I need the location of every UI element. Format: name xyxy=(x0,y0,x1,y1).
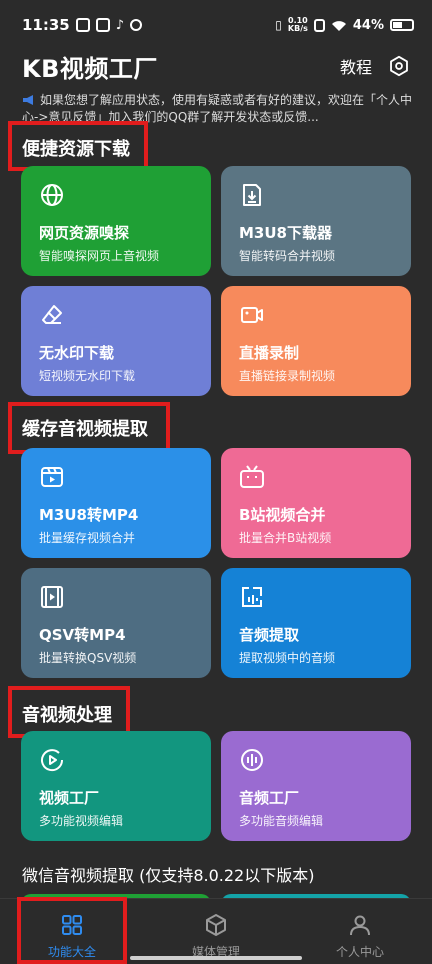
net-speed-unit: KB/s xyxy=(287,24,308,33)
tiktok-notification-icon: ♪ xyxy=(115,17,125,33)
video-camera-icon xyxy=(241,307,263,323)
video-clip-icon xyxy=(41,467,63,487)
card-web-sniff[interactable]: 网页资源嗅探 智能嗅探网页上音视频 xyxy=(21,166,211,276)
card-subtitle: 批量转换QSV视频 xyxy=(39,651,137,665)
play-circle-icon xyxy=(41,749,64,772)
download-file-icon xyxy=(243,184,261,206)
card-audio-factory[interactable]: 音频工厂 多功能音频编辑 xyxy=(221,731,411,841)
card-title: 直播录制 xyxy=(239,344,300,362)
gear-icon[interactable] xyxy=(388,55,410,77)
card-subtitle: 提取视频中的音频 xyxy=(239,651,336,665)
megaphone-icon xyxy=(23,95,33,105)
card-title: QSV转MP4 xyxy=(39,626,126,644)
globe-icon xyxy=(41,184,63,206)
battery-icon xyxy=(390,19,414,31)
card-title: M3U8下载器 xyxy=(239,224,332,242)
notice-marquee[interactable]: 如果您想了解应用状态，使用有疑惑或者有好的建议，欢迎在「个人中心->意见反馈」加… xyxy=(22,92,414,126)
card-title: B站视频合并 xyxy=(239,506,326,524)
card-title: 音频工厂 xyxy=(239,789,300,807)
tab-label: 功能大全 xyxy=(47,945,96,959)
card-subtitle: 智能嗅探网页上音视频 xyxy=(39,249,160,263)
card-subtitle: 智能转码合并视频 xyxy=(239,249,336,263)
battery-level: 44% xyxy=(352,17,384,33)
card-no-watermark[interactable]: 无水印下载 短视频无水印下载 xyxy=(21,286,211,396)
alarm-icon xyxy=(130,19,143,31)
section-title-av-processing: 音视频处理 xyxy=(22,705,112,726)
card-subtitle: 批量缓存视频合并 xyxy=(39,531,136,545)
grid-icon xyxy=(62,915,82,935)
image-notification-icon xyxy=(75,18,90,32)
tab-features[interactable]: 功能大全 xyxy=(0,899,144,964)
tab-profile[interactable]: 个人中心 xyxy=(288,899,432,964)
card-title: 无水印下载 xyxy=(39,344,115,362)
card-qsv-to-mp4[interactable]: QSV转MP4 批量转换QSV视频 xyxy=(21,568,211,678)
section-title-cache-extract: 缓存音视频提取 xyxy=(22,419,148,440)
tab-label: 个人中心 xyxy=(335,945,384,959)
tab-media[interactable]: 媒体管理 xyxy=(144,899,288,964)
vibrate-icon: ▯ xyxy=(275,18,282,32)
app-title: KB视频工厂 xyxy=(22,54,158,83)
section-title-wechat-extract: 微信音视频提取 (仅支持8.0.22以下版本) xyxy=(22,866,315,885)
bottom-tab-bar: 功能大全 媒体管理 个人中心 xyxy=(0,898,432,964)
sound-wave-icon xyxy=(241,749,263,771)
wifi-icon xyxy=(331,20,346,31)
card-subtitle: 直播链接录制视频 xyxy=(239,369,336,383)
card-subtitle: 多功能音频编辑 xyxy=(239,814,324,828)
card-live-record[interactable]: 直播录制 直播链接录制视频 xyxy=(221,286,411,396)
status-time: 11:35 xyxy=(22,16,70,34)
card-subtitle: 多功能视频编辑 xyxy=(39,814,124,828)
card-subtitle: 短视频无水印下载 xyxy=(39,369,136,383)
card-m3u8-downloader[interactable]: M3U8下载器 智能转码合并视频 xyxy=(221,166,411,276)
card-title: 音频提取 xyxy=(239,626,300,644)
app-notification-icon xyxy=(95,18,110,32)
sim-disabled-icon xyxy=(313,18,325,32)
home-indicator[interactable] xyxy=(130,956,302,960)
box-icon xyxy=(206,914,226,936)
card-bilibili-merge[interactable]: B站视频合并 批量合并B站视频 xyxy=(221,448,411,558)
card-m3u8-to-mp4[interactable]: M3U8转MP4 批量缓存视频合并 xyxy=(21,448,211,558)
film-icon xyxy=(41,586,63,608)
eraser-icon xyxy=(42,305,62,324)
app-header: KB视频工厂 教程 xyxy=(0,44,432,88)
status-bar: 11:35 ♪ ▯ 0.10 KB/s 44% xyxy=(0,0,432,50)
section-title-resource-download: 便捷资源下载 xyxy=(22,139,130,160)
card-video-factory[interactable]: 视频工厂 多功能视频编辑 xyxy=(21,731,211,841)
person-icon xyxy=(350,915,370,936)
audio-extract-icon xyxy=(242,587,262,607)
bilibili-tv-icon xyxy=(240,465,264,488)
card-title: M3U8转MP4 xyxy=(39,506,139,524)
net-speed: 0.10 KB/s xyxy=(288,17,308,33)
card-subtitle: 批量合并B站视频 xyxy=(239,531,332,545)
card-title: 网页资源嗅探 xyxy=(39,224,130,242)
card-audio-extract[interactable]: 音频提取 提取视频中的音频 xyxy=(221,568,411,678)
card-title: 视频工厂 xyxy=(39,789,100,807)
notice-text: 如果您想了解应用状态，使用有疑惑或者有好的建议，欢迎在「个人中心->意见反馈」加… xyxy=(22,93,413,124)
tutorial-link[interactable]: 教程 xyxy=(340,54,372,78)
